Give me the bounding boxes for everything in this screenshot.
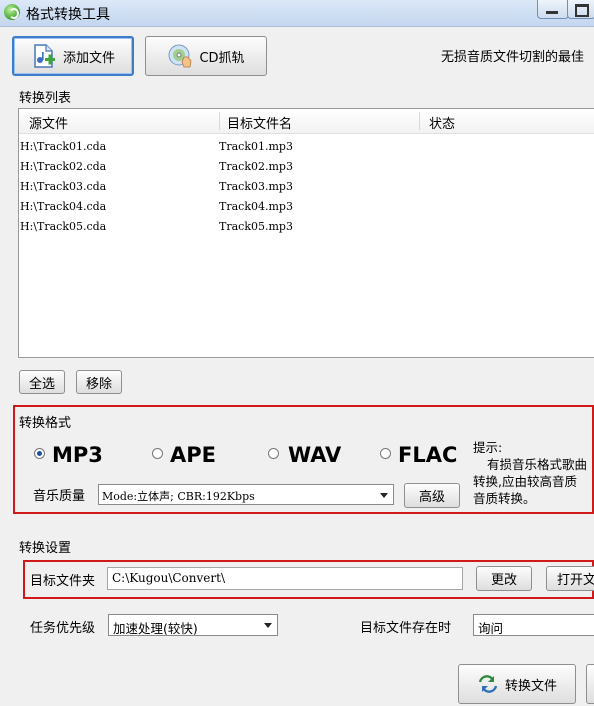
change-folder-button[interactable]: 更改 [476, 566, 532, 591]
target-folder-label: 目标文件夹 [30, 574, 96, 589]
tip-text: 提示: 有损音乐格式歌曲 转换,应由较高音质 音质转换。 [473, 439, 594, 507]
tip-line: 音质转换。 [473, 491, 536, 506]
conversion-list-label: 转换列表 [19, 91, 72, 106]
row-target: Track01.mp3 [219, 140, 293, 153]
table-row[interactable]: H:\Track05.cda Track05.mp3 [19, 217, 594, 237]
exists-label: 目标文件存在时 [360, 621, 452, 636]
format-option-flac[interactable]: FLAC [380, 443, 470, 469]
format-label-wav: WAV [288, 443, 342, 467]
list-header: 源文件 目标文件名 状态 [19, 109, 594, 134]
settings-section-label: 转换设置 [19, 541, 72, 556]
table-row[interactable]: H:\Track01.cda Track01.mp3 [19, 137, 594, 157]
cd-icon [168, 44, 192, 68]
quality-label: 音乐质量 [33, 489, 86, 504]
cd-rip-label: CD抓轨 [199, 50, 245, 66]
add-file-label: 添加文件 [62, 50, 115, 66]
format-label-flac: FLAC [398, 443, 458, 467]
column-target[interactable]: 目标文件名 [227, 113, 292, 132]
radio-flac[interactable] [380, 448, 391, 459]
maximize-button[interactable] [567, 0, 594, 19]
exists-select[interactable]: 询问 [473, 614, 594, 636]
extra-button[interactable] [586, 664, 594, 704]
remove-button[interactable]: 移除 [76, 370, 122, 394]
target-folder-input[interactable]: C:\Kugou\Convert\ [107, 567, 463, 590]
row-source: H:\Track03.cda [20, 180, 107, 193]
tagline: 无损音质文件切割的最佳 [441, 50, 585, 65]
row-source: H:\Track05.cda [20, 220, 107, 233]
window-title: 格式转换工具 [26, 7, 110, 23]
row-source: H:\Track02.cda [20, 160, 107, 173]
convert-label: 转换文件 [504, 678, 557, 694]
row-source: H:\Track01.cda [20, 140, 107, 153]
row-target: Track04.mp3 [219, 200, 293, 213]
add-file-button[interactable]: 添加文件 [12, 36, 134, 76]
quality-select[interactable]: Mode:立体声; CBR:192Kbps [98, 484, 394, 505]
format-option-wav[interactable]: WAV [268, 443, 368, 469]
tip-title: 提示: [473, 440, 503, 455]
radio-ape[interactable] [152, 448, 163, 459]
title-bar: 格式转换工具 [0, 0, 594, 27]
radio-wav[interactable] [268, 448, 279, 459]
app-icon [4, 4, 20, 20]
format-section-label: 转换格式 [19, 416, 72, 431]
cd-rip-button[interactable]: CD抓轨 [145, 36, 267, 76]
advanced-button[interactable]: 高级 [404, 483, 460, 508]
conversion-list[interactable]: 源文件 目标文件名 状态 H:\Track01.cda Track01.mp3 … [18, 108, 594, 358]
priority-select[interactable]: 加速处理(较快) [108, 614, 278, 636]
minimize-button[interactable] [537, 0, 569, 19]
priority-label: 任务优先级 [30, 621, 96, 636]
exists-value: 询问 [478, 621, 504, 636]
tip-line: 有损音乐格式歌曲 [487, 457, 588, 472]
chevron-down-icon [264, 623, 272, 628]
target-folder-value: C:\Kugou\Convert\ [112, 571, 225, 585]
table-row[interactable]: H:\Track04.cda Track04.mp3 [19, 197, 594, 217]
select-all-button[interactable]: 全选 [19, 370, 65, 394]
row-target: Track02.mp3 [219, 160, 293, 173]
convert-button[interactable]: 转换文件 [458, 664, 576, 704]
format-label-ape: APE [170, 443, 216, 467]
convert-icon [478, 675, 498, 693]
quality-value: Mode:立体声; CBR:192Kbps [102, 490, 255, 503]
radio-mp3[interactable] [34, 448, 45, 459]
table-row[interactable]: H:\Track02.cda Track02.mp3 [19, 157, 594, 177]
row-target: Track03.mp3 [219, 180, 293, 193]
add-file-icon [34, 44, 55, 68]
tip-line: 转换,应由较高音质 [473, 474, 577, 489]
format-option-mp3[interactable]: MP3 [34, 443, 134, 469]
column-source[interactable]: 源文件 [29, 113, 68, 132]
format-label-mp3: MP3 [52, 443, 103, 467]
format-option-ape[interactable]: APE [152, 443, 252, 469]
priority-value: 加速处理(较快) [113, 621, 198, 636]
column-status[interactable]: 状态 [429, 113, 455, 132]
row-target: Track05.mp3 [219, 220, 293, 233]
table-row[interactable]: H:\Track03.cda Track03.mp3 [19, 177, 594, 197]
open-folder-button[interactable]: 打开文 [546, 566, 594, 591]
open-folder-label: 打开文 [557, 573, 594, 588]
row-source: H:\Track04.cda [20, 200, 107, 213]
chevron-down-icon [380, 493, 388, 498]
